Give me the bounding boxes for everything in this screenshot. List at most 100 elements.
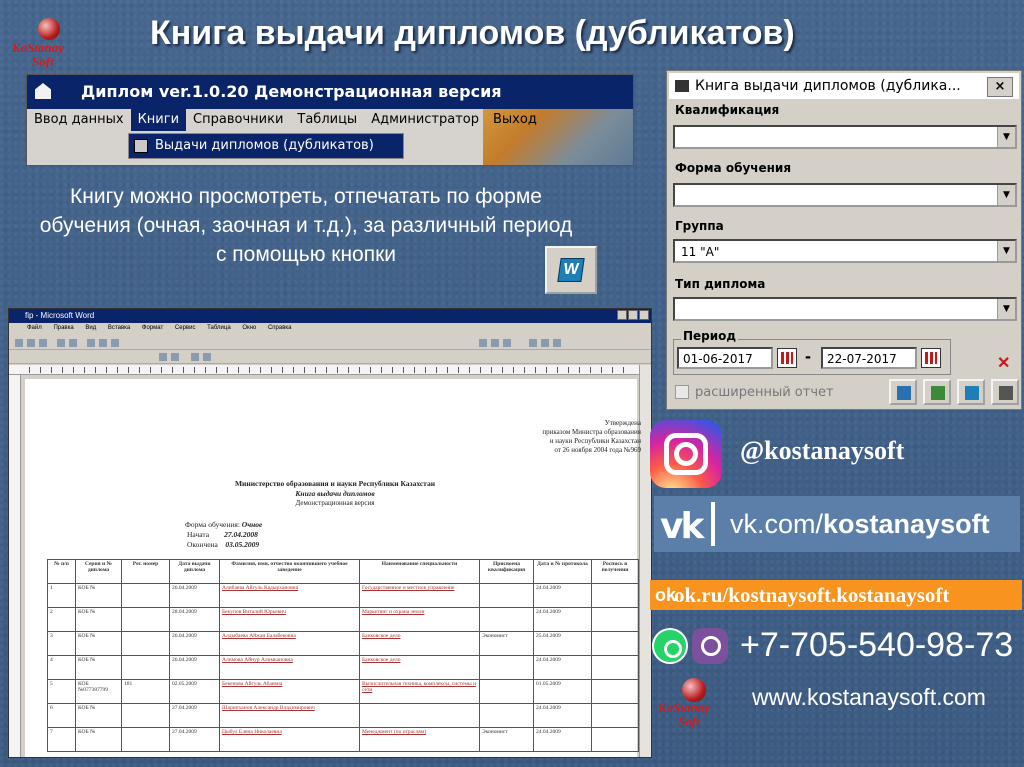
save-icon[interactable]	[39, 339, 47, 347]
vk-banner[interactable]: vk vk.com/kostanaysoft	[654, 496, 1020, 552]
table-cell: 01.05.2009	[533, 679, 592, 704]
instagram-handle[interactable]: @kostanaysoft	[740, 436, 904, 466]
company-logo-bottom: KoStanay Soft	[652, 676, 732, 736]
clear-icon[interactable]: ✕	[997, 353, 1010, 373]
word-menu-insert[interactable]: Вставка	[108, 325, 130, 331]
align-left-icon[interactable]	[529, 339, 537, 347]
menu-references[interactable]: Справочники	[186, 109, 290, 131]
table-cell: Государственное и местное управление	[359, 583, 480, 608]
table-cell: 5	[47, 679, 76, 704]
menu-administrator[interactable]: Администратор	[364, 109, 486, 131]
table-cell: Экономист	[479, 631, 534, 656]
table-cell: КОБ №077387799	[75, 679, 122, 704]
approval-line: и науки Республики Казахстан	[549, 437, 641, 445]
viber-icon[interactable]	[692, 628, 728, 664]
group-select[interactable]: 11 "А" ▼	[673, 239, 1017, 263]
minimize-button[interactable]	[617, 310, 627, 320]
word-button[interactable]	[957, 379, 985, 405]
reject-change-icon[interactable]	[203, 353, 211, 361]
date-to-input[interactable]: 22-07-2017	[821, 347, 917, 369]
word-menu-edit[interactable]: Правка	[53, 325, 73, 331]
preview-button[interactable]	[889, 379, 917, 405]
copy-icon[interactable]	[99, 339, 107, 347]
group-value: 11 "А"	[681, 245, 720, 259]
align-right-icon[interactable]	[553, 339, 561, 347]
bold-icon[interactable]	[479, 339, 487, 347]
col-series: Серия и № диплома	[75, 559, 122, 584]
table-cell	[591, 727, 639, 752]
website-link[interactable]: www.kostanaysoft.com	[752, 684, 986, 711]
date-from-input[interactable]: 01-06-2017	[677, 347, 773, 369]
word-menu-file[interactable]: Файл	[27, 325, 42, 331]
close-button[interactable]	[639, 310, 649, 320]
cut-icon[interactable]	[87, 339, 95, 347]
col-num: № п/п	[47, 559, 76, 584]
whatsapp-icon[interactable]	[652, 628, 688, 664]
chevron-down-icon[interactable]: ▼	[997, 241, 1015, 261]
diploma-type-select[interactable]: ▼	[673, 297, 1017, 321]
instagram-icon[interactable]	[650, 420, 722, 488]
chevron-down-icon[interactable]: ▼	[997, 127, 1015, 147]
table-cell	[479, 583, 534, 608]
calendar-icon[interactable]	[921, 348, 941, 368]
export-button[interactable]	[923, 379, 951, 405]
col-name: Фамилия, имя, отчество окончившего учебн…	[219, 559, 360, 584]
menu-exit[interactable]: Выход	[486, 109, 544, 131]
word-menu-help[interactable]: Справка	[268, 325, 292, 331]
table-cell	[121, 703, 170, 728]
paste-icon[interactable]	[111, 339, 119, 347]
accept-change-icon[interactable]	[191, 353, 199, 361]
word-menu-window[interactable]: Окно	[242, 325, 256, 331]
menu-tables[interactable]: Таблицы	[290, 109, 364, 131]
track-next-icon[interactable]	[171, 353, 179, 361]
menu-item-diploma-issue[interactable]: Выдачи дипломов (дубликатов)	[128, 133, 404, 159]
open-icon[interactable]	[27, 339, 35, 347]
table-cell	[121, 631, 170, 656]
period-dash: -	[805, 346, 811, 366]
word-menu-tools[interactable]: Сервис	[175, 325, 196, 331]
underline-icon[interactable]	[503, 339, 511, 347]
ok-link[interactable]: ok.ru/kostnaysoft.kostanaysoft	[674, 583, 949, 608]
table-cell: Банковское дело	[359, 655, 480, 680]
extended-report-label: расширенный отчет	[695, 385, 834, 400]
preview-icon[interactable]	[69, 339, 77, 347]
demo-version: Демонстрационная версия	[295, 499, 375, 507]
new-icon[interactable]	[15, 339, 23, 347]
table-header-row: № п/п Серия и № диплома Рег. номер Дата …	[47, 559, 639, 584]
table-cell	[591, 679, 639, 704]
dialog-close-button[interactable]: ×	[987, 77, 1013, 97]
vk-link[interactable]: vk.com/kostanaysoft	[730, 509, 990, 540]
word-menu-table[interactable]: Таблица	[207, 325, 231, 331]
italic-icon[interactable]	[491, 339, 499, 347]
table-cell: КОБ №	[75, 607, 122, 632]
table-cell: Алдыбаева Айжан Балабековна	[219, 631, 360, 656]
exit-button[interactable]	[991, 379, 1019, 405]
menu-books[interactable]: Книги	[130, 109, 187, 131]
word-titlebar: fip - Microsoft Word	[9, 309, 651, 323]
chevron-down-icon[interactable]: ▼	[997, 299, 1015, 319]
menu-data-entry[interactable]: Ввод данных	[27, 109, 131, 131]
form-value: Очное	[241, 520, 263, 529]
extended-report-checkbox[interactable]	[675, 385, 689, 399]
logo-globe-icon	[38, 18, 60, 40]
word-menu-view[interactable]: Вид	[85, 325, 96, 331]
track-prev-icon[interactable]	[159, 353, 167, 361]
table-row: 5 КОБ №077387799 181 02.05.2009 Бекенова Айг…	[47, 679, 639, 704]
chevron-down-icon[interactable]: ▼	[997, 185, 1015, 205]
word-menu-format[interactable]: Формат	[142, 325, 163, 331]
table-cell	[359, 703, 480, 728]
study-form-select[interactable]: ▼	[673, 183, 1017, 207]
menu-item-label: Выдачи дипломов (дубликатов)	[155, 138, 374, 153]
maximize-button[interactable]	[628, 310, 638, 320]
table-cell: 24.04.2009	[533, 583, 592, 608]
word-report-button[interactable]: W	[545, 246, 597, 294]
app-window: Диплом ver.1.0.20 Демонстрационная верси…	[26, 74, 634, 166]
ok-banner[interactable]: ok ok.ru/kostnaysoft.kostanaysoft	[650, 580, 1022, 610]
print-icon[interactable]	[57, 339, 65, 347]
qualification-select[interactable]: ▼	[673, 125, 1017, 149]
align-center-icon[interactable]	[541, 339, 549, 347]
end-value: 03.05.2009	[225, 540, 260, 549]
phone-number[interactable]: +7-705-540-98-73	[740, 626, 1013, 665]
company-logo: KoStanay Soft	[10, 10, 88, 72]
calendar-icon[interactable]	[777, 348, 797, 368]
